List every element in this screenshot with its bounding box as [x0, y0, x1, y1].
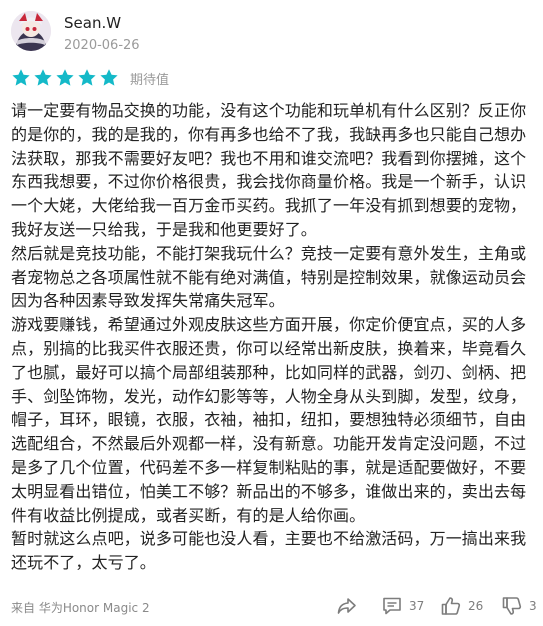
review-paragraph: 暂时就这么点吧，说多可能也没人看，主要也不给激活码，万一搞出来我还玩不了，太亏了… — [11, 529, 527, 573]
share-icon — [337, 598, 356, 614]
comment-icon — [383, 597, 401, 615]
rating-label: 期待值 — [130, 72, 170, 88]
comment-button[interactable]: 37 — [381, 595, 424, 617]
review-paragraph: 然后就是竞技功能，不能打架我玩什么？竞技一定要有意外发生，主角或者宠物总之各项属… — [11, 243, 527, 311]
star-icon — [100, 69, 118, 86]
review-footer: 来自 华为Honor Magic 2 37 26 3 — [0, 593, 543, 621]
dislike-count: 3 — [529, 599, 537, 613]
thumbs-down-icon — [502, 597, 522, 615]
like-count: 26 — [468, 599, 484, 613]
star-icon — [34, 69, 52, 86]
star-rating — [11, 68, 119, 88]
comment-count: 37 — [409, 599, 425, 613]
star-icon — [56, 69, 74, 86]
dislike-button[interactable]: 3 — [501, 595, 537, 617]
rating: 期待值 — [11, 68, 169, 88]
review-paragraph: 游戏要赚钱，希望通过外观皮肤这些方面开展，你定价便宜点，买的人多点，别搞的比我买… — [11, 315, 527, 525]
review-date: 2020-06-26 — [64, 38, 140, 53]
share-button[interactable] — [336, 595, 358, 617]
device-info: 来自 华为Honor Magic 2 — [11, 601, 150, 615]
review-paragraph: 请一定要有物品交换的功能，没有这个功能和玩单机有什么区别？反正你的是你的，我的是… — [11, 101, 527, 239]
review-body: 请一定要有物品交换的功能，没有这个功能和玩单机有什么区别？反正你的是你的，我的是… — [11, 99, 531, 575]
star-icon — [78, 69, 96, 86]
avatar[interactable] — [11, 11, 51, 51]
like-button[interactable]: 26 — [440, 595, 483, 617]
thumbs-up-icon — [441, 597, 461, 615]
username[interactable]: Sean.W — [64, 14, 121, 32]
star-icon — [12, 69, 30, 86]
avatar-image — [11, 11, 51, 51]
